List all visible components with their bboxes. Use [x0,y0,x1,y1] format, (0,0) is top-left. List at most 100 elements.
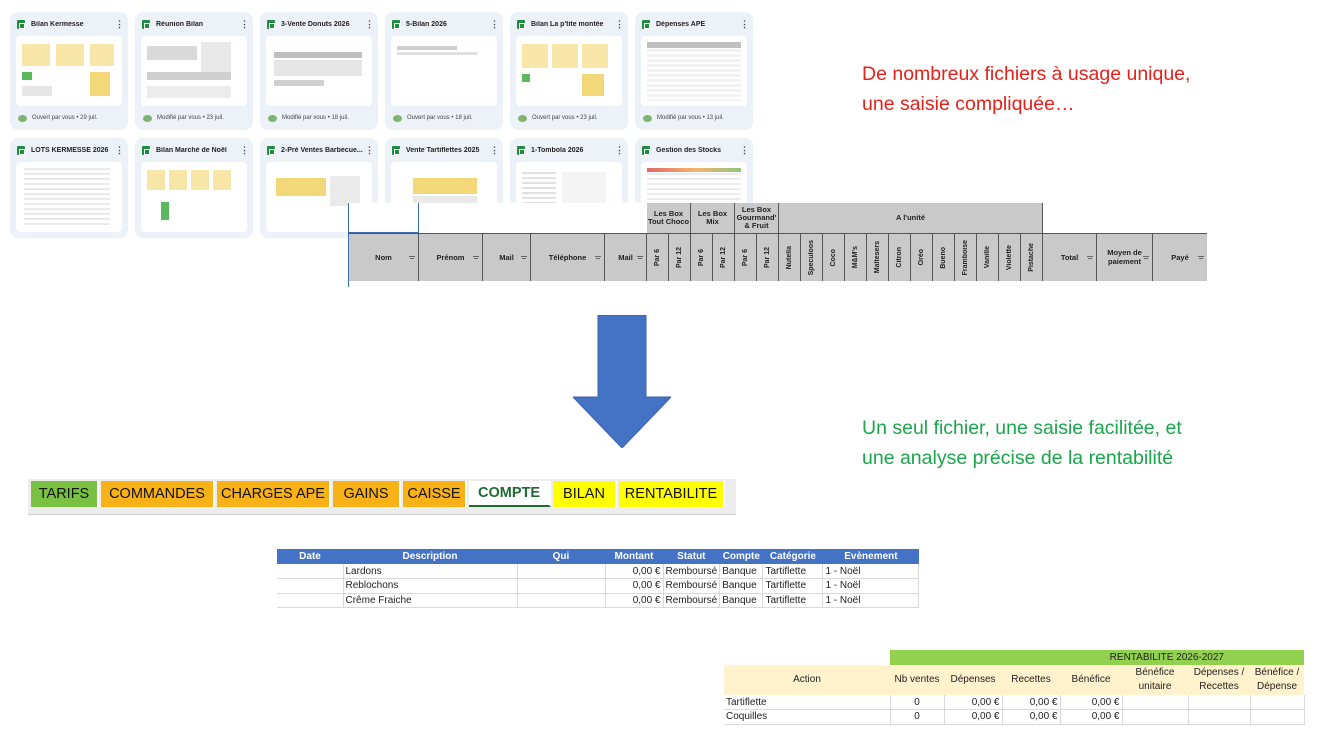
column-header[interactable]: Framboise [955,233,977,281]
tab-gains[interactable]: GAINS [333,481,401,507]
more-options-icon[interactable]: ⋮ [615,145,624,156]
more-options-icon[interactable]: ⋮ [740,19,749,30]
cell-qui[interactable] [517,564,606,579]
more-options-icon[interactable]: ⋮ [115,19,124,30]
cell-date[interactable] [277,578,344,594]
drive-file-card[interactable]: Bilan La p'tite montée ⋮ Ouvert par vous … [510,12,628,130]
more-options-icon[interactable]: ⋮ [240,19,249,30]
cell-statut[interactable]: Remboursé [663,593,721,608]
cell-compte[interactable]: Banque [719,578,764,594]
cell-date[interactable] [277,593,344,608]
column-header[interactable]: M&M's [845,233,867,281]
cell-action[interactable]: Tartiflette [724,695,891,710]
cell-benefice[interactable]: 0,00 € [1060,709,1123,725]
column-header[interactable]: Prénom [419,233,483,281]
drive-file-card[interactable]: Bilan Marché de Noël ⋮ [135,138,253,238]
filter-icon[interactable] [595,256,601,260]
column-header[interactable]: Total [1043,233,1097,281]
cell-depenses-recettes[interactable] [1188,709,1251,725]
cell-statut[interactable]: Remboursé [663,578,721,594]
column-header[interactable]: Moyen de paiement [1097,233,1153,281]
cell-depenses-recettes[interactable] [1188,695,1251,710]
column-header[interactable]: Par 12 [669,233,691,281]
column-header[interactable]: Par 6 [647,233,669,281]
cell-categorie[interactable]: Tartiflette [762,578,824,594]
cell-recettes[interactable]: 0,00 € [1002,695,1061,710]
cell-compte[interactable]: Banque [719,564,764,579]
cell-depenses[interactable]: 0,00 € [944,709,1003,725]
drive-file-card[interactable]: 5-Bilan 2026 ⋮ Ouvert par vous • 18 juil. [385,12,503,130]
filter-icon[interactable] [409,256,415,260]
cell-date[interactable] [277,564,344,579]
more-options-icon[interactable]: ⋮ [740,145,749,156]
column-header[interactable]: Par 12 [713,233,735,281]
cell-benefice-unitaire[interactable] [1122,695,1189,710]
cell-evenement[interactable]: 1 - Noël [822,564,920,579]
cell-action[interactable]: Coquilles [724,709,891,725]
cell-montant[interactable]: 0,00 € [605,578,664,594]
cell-depenses[interactable]: 0,00 € [944,695,1003,710]
cell-recettes[interactable]: 0,00 € [1002,709,1061,725]
cell-montant[interactable]: 0,00 € [605,593,664,608]
column-header[interactable]: Bueno [933,233,955,281]
cell-montant[interactable]: 0,00 € [605,564,664,579]
cell-benefice-depense[interactable] [1250,709,1305,725]
cell-nb-ventes[interactable]: 0 [890,709,945,725]
cell-evenement[interactable]: 1 - Noël [822,593,920,608]
drive-file-card[interactable]: Bilan Kermesse ⋮ Ouvert par vous • 29 jui… [10,12,128,130]
column-header[interactable]: Pistache [1021,233,1043,281]
column-header[interactable]: Nutella [779,233,801,281]
more-options-icon[interactable]: ⋮ [365,145,374,156]
cell-categorie[interactable]: Tartiflette [762,564,824,579]
cell-qui[interactable] [517,578,606,594]
cell-categorie[interactable]: Tartiflette [762,593,824,608]
more-options-icon[interactable]: ⋮ [615,19,624,30]
column-header[interactable]: Nom [349,233,419,281]
more-options-icon[interactable]: ⋮ [490,145,499,156]
drive-file-card[interactable]: Dépenses APE ⋮ Modifié par vous • 13 juil… [635,12,753,130]
cell-nb-ventes[interactable]: 0 [890,695,945,710]
drive-file-card[interactable]: LOTS KERMESSE 2026 ⋮ [10,138,128,238]
column-header[interactable]: Par 6 [735,233,757,281]
filter-icon[interactable] [1198,256,1204,260]
cell-qui[interactable] [517,593,606,608]
cell-description[interactable]: Lardons [343,564,518,579]
column-header[interactable]: Par 12 [757,233,779,281]
drive-file-card[interactable]: 3-Vente Donuts 2026 ⋮ Modifié par vous • … [260,12,378,130]
column-header[interactable]: Payé [1153,233,1207,281]
tab-tarifs[interactable]: TARIFS [31,481,99,507]
cell-benefice-unitaire[interactable] [1122,709,1189,725]
tab-rentabilite[interactable]: RENTABILITE [619,481,725,507]
column-header[interactable]: Violette [999,233,1021,281]
tab-bilan[interactable]: BILAN [553,481,617,507]
cell-description[interactable]: Crême Fraiche [343,593,518,608]
tab-commandes[interactable]: COMMANDES [101,481,215,507]
filter-icon[interactable] [1087,256,1093,260]
drive-file-card[interactable]: Réunion Bilan ⋮ Modifié par vous • 23 jui… [135,12,253,130]
column-header[interactable]: Téléphone [531,233,605,281]
filter-icon[interactable] [473,256,479,260]
cell-compte[interactable]: Banque [719,593,764,608]
column-header[interactable]: Mail [605,233,647,281]
more-options-icon[interactable]: ⋮ [490,19,499,30]
more-options-icon[interactable]: ⋮ [240,145,249,156]
column-header[interactable]: Oréo [911,233,933,281]
more-options-icon[interactable]: ⋮ [115,145,124,156]
column-header[interactable]: Maltesers [867,233,889,281]
filter-icon[interactable] [637,256,643,260]
more-options-icon[interactable]: ⋮ [365,19,374,30]
cell-statut[interactable]: Remboursé [663,564,721,579]
tab-compte[interactable]: COMPTE [469,481,551,507]
column-header[interactable]: Par 6 [691,233,713,281]
column-header[interactable]: Coco [823,233,845,281]
cell-benefice[interactable]: 0,00 € [1060,695,1123,710]
filter-icon[interactable] [521,256,527,260]
cell-evenement[interactable]: 1 - Noël [822,578,920,594]
column-header[interactable]: Citron [889,233,911,281]
cell-benefice-depense[interactable] [1250,695,1305,710]
tab-caisse[interactable]: CAISSE [403,481,467,507]
column-header[interactable]: Speculoos [801,233,823,281]
tab-charges-ape[interactable]: CHARGES APE [217,481,331,507]
column-header[interactable]: Mail [483,233,531,281]
column-header[interactable]: Vanille [977,233,999,281]
